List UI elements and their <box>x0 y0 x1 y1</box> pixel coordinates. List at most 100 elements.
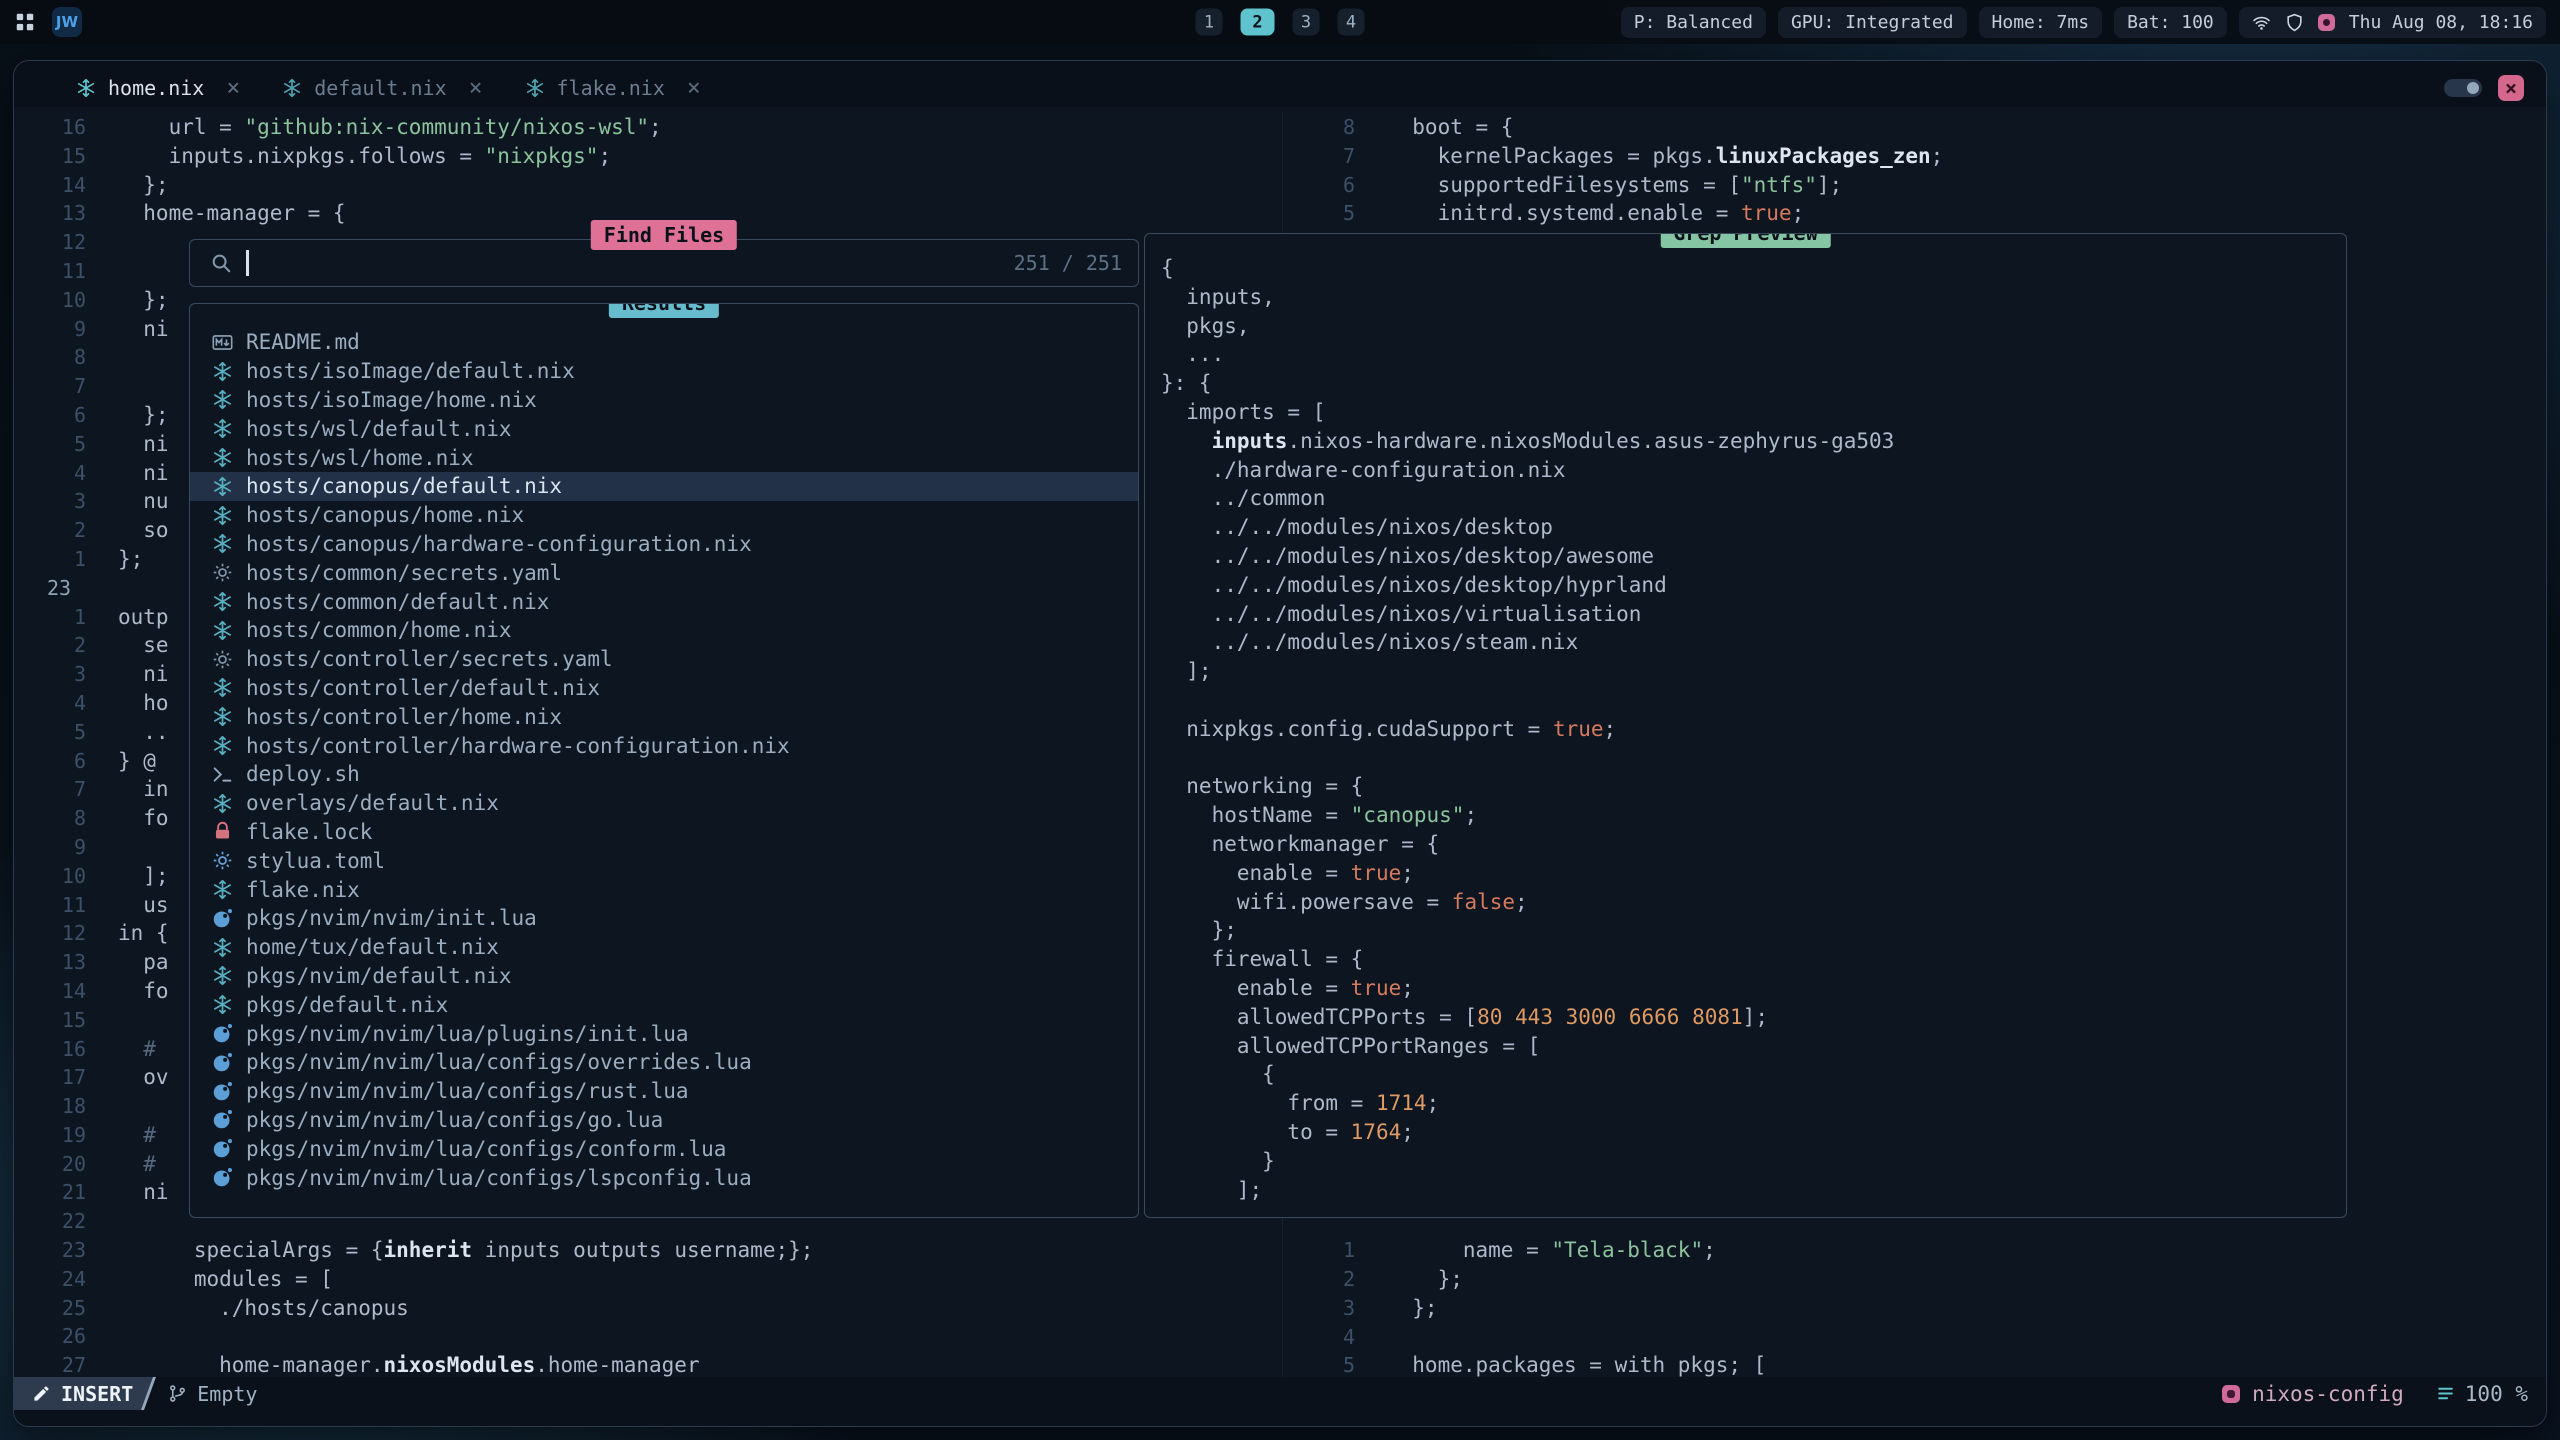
code-line[interactable]: 23 specialArgs = {inherit inputs outputs… <box>14 1236 1282 1265</box>
logo-badge[interactable]: JW <box>52 7 82 37</box>
file-result-item[interactable]: hosts/controller/home.nix <box>190 702 1138 731</box>
code-line[interactable]: 6 supportedFilesystems = ["ntfs"]; <box>1283 171 2546 200</box>
code-line[interactable]: 5 home.packages = with pkgs; [ <box>1283 1351 2546 1377</box>
code-line[interactable]: 1 name = "Tela-black"; <box>1283 1236 2546 1265</box>
file-path: README.md <box>246 330 360 354</box>
line-number: 13 <box>14 948 86 977</box>
file-result-item[interactable]: hosts/canopus/home.nix <box>190 501 1138 530</box>
file-result-item[interactable]: home/tux/default.nix <box>190 933 1138 962</box>
code-text: ]; <box>118 862 169 891</box>
preview-line: networking = { <box>1161 772 2346 801</box>
file-result-item[interactable]: README.md <box>190 328 1138 357</box>
file-result-item[interactable]: pkgs/nvim/nvim/lua/configs/lspconfig.lua <box>190 1163 1138 1192</box>
topbar-modules: P: BalancedGPU: IntegratedHome: 7msBat: … <box>1621 7 2227 38</box>
code-text: in { <box>118 919 169 948</box>
tab-home.nix[interactable]: home.nix× <box>70 69 246 107</box>
tab-flake.nix[interactable]: flake.nix× <box>519 69 707 107</box>
topbar: JW 1234 P: BalancedGPU: IntegratedHome: … <box>0 0 2560 44</box>
code-line[interactable]: 27 home-manager.nixosModules.home-manage… <box>14 1351 1282 1377</box>
code-line[interactable]: 24 modules = [ <box>14 1265 1282 1294</box>
preview-line: pkgs, <box>1161 312 2346 341</box>
file-result-item[interactable]: pkgs/nvim/nvim/init.lua <box>190 904 1138 933</box>
file-result-item[interactable]: hosts/controller/hardware-configuration.… <box>190 731 1138 760</box>
tab-default.nix[interactable]: default.nix× <box>276 69 488 107</box>
file-result-item[interactable]: pkgs/default.nix <box>190 990 1138 1019</box>
file-result-item[interactable]: pkgs/nvim/nvim/lua/plugins/init.lua <box>190 1019 1138 1048</box>
file-result-item[interactable]: hosts/wsl/default.nix <box>190 414 1138 443</box>
right-pane-top: 8 boot = {7 kernelPackages = pkgs.linuxP… <box>1283 113 2546 228</box>
file-result-item[interactable]: pkgs/nvim/nvim/lua/configs/go.lua <box>190 1106 1138 1135</box>
code-line[interactable]: 14 }; <box>14 171 1282 200</box>
file-path: pkgs/nvim/nvim/lua/configs/overrides.lua <box>246 1050 752 1074</box>
file-result-item[interactable]: hosts/common/home.nix <box>190 616 1138 645</box>
line-number: 7 <box>1283 142 1355 171</box>
code-line[interactable]: 15 inputs.nixpkgs.follows = "nixpkgs"; <box>14 142 1282 171</box>
finder-search-input[interactable]: Find Files 251 / 251 <box>189 239 1139 287</box>
line-number: 27 <box>14 1351 86 1377</box>
code-line[interactable]: 8 boot = { <box>1283 113 2546 142</box>
record-icon[interactable] <box>2318 14 2335 31</box>
window-close-button[interactable]: × <box>2498 75 2524 101</box>
code-line[interactable]: 25 ./hosts/canopus <box>14 1294 1282 1323</box>
code-line[interactable]: 16 url = "github:nix-community/nixos-wsl… <box>14 113 1282 142</box>
file-result-item[interactable]: flake.lock <box>190 818 1138 847</box>
preview-line: to = 1764; <box>1161 1118 2346 1147</box>
scroll-indicator: 100 % <box>2436 1382 2528 1406</box>
file-result-item[interactable]: pkgs/nvim/nvim/lua/configs/overrides.lua <box>190 1048 1138 1077</box>
line-number: 5 <box>1283 199 1355 228</box>
workspace-2-button[interactable]: 2 <box>1241 9 1275 36</box>
close-icon[interactable]: × <box>226 77 240 100</box>
preview-line: inputs.nixos-hardware.nixosModules.asus-… <box>1161 427 2346 456</box>
file-result-item[interactable]: pkgs/nvim/default.nix <box>190 962 1138 991</box>
window-toggle[interactable] <box>2444 79 2482 97</box>
file-path: hosts/isoImage/home.nix <box>246 388 537 412</box>
mode-label: INSERT <box>61 1382 133 1406</box>
git-branch-label: Empty <box>197 1382 257 1406</box>
line-number: 8 <box>14 804 86 833</box>
code-text: supportedFilesystems = ["ntfs"]; <box>1387 171 1842 200</box>
file-result-item[interactable]: overlays/default.nix <box>190 789 1138 818</box>
file-path: hosts/canopus/home.nix <box>246 503 524 527</box>
close-icon[interactable]: × <box>469 77 483 100</box>
code-line[interactable]: 2 }; <box>1283 1265 2546 1294</box>
code-line[interactable]: 5 initrd.systemd.enable = true; <box>1283 199 2546 228</box>
nix-icon <box>212 937 233 958</box>
file-result-item[interactable]: hosts/controller/secrets.yaml <box>190 645 1138 674</box>
workspace-3-button[interactable]: 3 <box>1293 9 1320 36</box>
file-result-item[interactable]: stylua.toml <box>190 846 1138 875</box>
nix-icon <box>76 78 96 98</box>
workspace-1-button[interactable]: 1 <box>1196 9 1223 36</box>
file-result-item[interactable]: hosts/wsl/home.nix <box>190 443 1138 472</box>
file-result-item[interactable]: hosts/controller/default.nix <box>190 674 1138 703</box>
code-text: fo <box>118 804 169 833</box>
file-path: pkgs/nvim/default.nix <box>246 964 512 988</box>
line-number: 10 <box>14 286 86 315</box>
file-result-item[interactable]: hosts/common/secrets.yaml <box>190 558 1138 587</box>
line-number: 26 <box>14 1322 86 1351</box>
lua-icon <box>212 908 233 929</box>
line-number: 4 <box>1283 1323 1355 1352</box>
line-number: 7 <box>14 372 86 401</box>
close-icon[interactable]: × <box>687 77 701 100</box>
file-result-item[interactable]: flake.nix <box>190 875 1138 904</box>
code-text: home-manager.nixosModules.home-manager <box>118 1351 700 1377</box>
file-result-item[interactable]: hosts/isoImage/home.nix <box>190 386 1138 415</box>
file-path: deploy.sh <box>246 762 360 786</box>
file-result-item[interactable]: deploy.sh <box>190 760 1138 789</box>
file-result-item[interactable]: pkgs/nvim/nvim/lua/configs/conform.lua <box>190 1134 1138 1163</box>
workspace-4-button[interactable]: 4 <box>1338 9 1365 36</box>
file-result-item[interactable]: hosts/canopus/hardware-configuration.nix <box>190 530 1138 559</box>
code-line[interactable]: 26 <box>14 1322 1282 1351</box>
code-line[interactable]: 4 <box>1283 1323 2546 1352</box>
code-line[interactable]: 3 }; <box>1283 1294 2546 1323</box>
results-title-badge: Results <box>609 303 719 318</box>
file-result-item[interactable]: hosts/common/default.nix <box>190 587 1138 616</box>
file-result-item[interactable]: pkgs/nvim/nvim/lua/configs/rust.lua <box>190 1077 1138 1106</box>
preview-line: inputs, <box>1161 283 2346 312</box>
line-number: 24 <box>14 1265 86 1294</box>
apps-grid-icon[interactable] <box>14 11 36 33</box>
file-result-item[interactable]: hosts/canopus/default.nix <box>190 472 1138 501</box>
code-line[interactable]: 7 kernelPackages = pkgs.linuxPackages_ze… <box>1283 142 2546 171</box>
file-result-item[interactable]: hosts/isoImage/default.nix <box>190 357 1138 386</box>
desktop: JW 1234 P: BalancedGPU: IntegratedHome: … <box>0 0 2560 1440</box>
